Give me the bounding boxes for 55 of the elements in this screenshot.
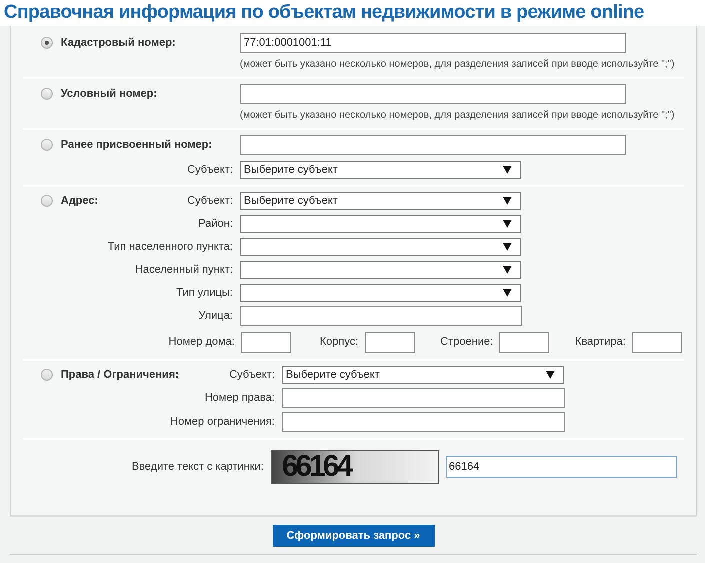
dropdown[interactable] xyxy=(240,284,521,302)
dropdown-arrow-icon xyxy=(503,197,512,205)
captcha-input[interactable]: 66164 xyxy=(446,456,677,478)
hint-text: (может быть указано несколько номеров, для разделения записей при вводе используйте ";") xyxy=(240,110,675,121)
dropdown-arrow-icon xyxy=(546,371,555,379)
option-label: Адрес: xyxy=(61,194,98,209)
option-label: Ранее присвоенный номер: xyxy=(61,138,212,153)
field-label: Субъект: xyxy=(187,194,233,209)
field-label: Населенный пункт: xyxy=(135,262,233,278)
dropdown[interactable]: Выберите субъект xyxy=(240,161,521,179)
option-label: Условный номер: xyxy=(61,86,158,102)
dropdown-arrow-icon xyxy=(503,220,512,228)
field-label: Строение: xyxy=(440,335,494,350)
field-label: Номер дома: xyxy=(168,335,235,350)
dropdown-arrow-icon xyxy=(503,166,512,174)
field-label: Субъект: xyxy=(187,162,233,178)
field-label: Введите текст с картинки: xyxy=(132,460,264,475)
field-label: Номер права: xyxy=(204,390,275,406)
field-label: Квартира: xyxy=(575,335,626,350)
dropdown[interactable] xyxy=(240,238,521,256)
page-title: Справочная информация по объектам недвижимости в режиме online xyxy=(3,1,646,25)
dropdown[interactable] xyxy=(240,215,521,233)
input-field[interactable]: 77:01:0001001:11 xyxy=(240,33,626,53)
field-label: Тип улицы: xyxy=(176,286,233,301)
input-field[interactable] xyxy=(241,332,291,353)
field-label: Номер ограничения: xyxy=(170,414,275,430)
dropdown[interactable]: Выберите субъект xyxy=(240,192,521,210)
radio-button[interactable] xyxy=(41,88,53,100)
radio-button[interactable] xyxy=(41,195,53,207)
input-field[interactable] xyxy=(364,332,415,353)
input-field[interactable] xyxy=(282,388,565,408)
hint-text: (может быть указано несколько номеров, для разделения записей при вводе используйте ";") xyxy=(240,59,675,70)
dropdown[interactable] xyxy=(240,261,521,279)
dropdown-arrow-icon xyxy=(503,243,512,251)
dropdown-arrow-icon xyxy=(503,289,512,297)
field-label: Тип населенного пункта: xyxy=(108,240,233,255)
field-label: Улица: xyxy=(198,308,233,324)
option-label: Кадастровый номер: xyxy=(61,36,176,51)
input-field[interactable] xyxy=(240,84,626,104)
input-field[interactable] xyxy=(282,412,565,432)
field-label: Субъект: xyxy=(229,368,275,383)
option-label: Права / Ограничения: xyxy=(61,368,180,383)
radio-button[interactable] xyxy=(41,37,53,49)
input-field[interactable] xyxy=(240,135,626,155)
field-label: Район: xyxy=(198,216,233,232)
input-field[interactable] xyxy=(632,332,682,353)
dropdown-arrow-icon xyxy=(503,266,512,274)
radio-button[interactable] xyxy=(41,369,53,381)
radio-button[interactable] xyxy=(41,139,53,151)
field-label: Корпус: xyxy=(320,335,359,350)
captcha-image: 66164 xyxy=(271,450,439,484)
input-field[interactable] xyxy=(499,332,550,353)
input-field[interactable] xyxy=(240,306,522,326)
dropdown[interactable]: Выберите субъект xyxy=(282,366,564,384)
submit-button[interactable]: Сформировать запрос » xyxy=(272,525,434,547)
